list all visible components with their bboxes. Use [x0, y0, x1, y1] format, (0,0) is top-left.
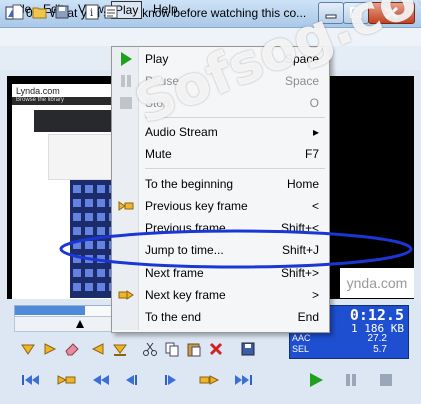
seek-progress	[15, 306, 85, 315]
eraser-icon[interactable]	[64, 341, 80, 357]
pause-icon[interactable]	[340, 372, 362, 388]
next-key-frame-icon[interactable]	[198, 372, 220, 388]
go-end-icon[interactable]	[232, 372, 254, 388]
aac-value: 27.2	[367, 333, 387, 344]
menu-help[interactable]: Help	[150, 1, 181, 17]
stop-icon	[120, 97, 132, 109]
paste-icon[interactable]	[186, 341, 202, 357]
aac-label: AAC	[292, 333, 311, 343]
menu-item-to-end[interactable]: To the end End	[112, 306, 327, 328]
prev-key-frame-icon[interactable]	[56, 372, 78, 388]
stop-icon[interactable]	[375, 372, 397, 388]
next-key-frame-icon	[118, 290, 134, 300]
go-start-icon[interactable]	[20, 372, 42, 388]
save-icon[interactable]	[54, 4, 70, 20]
video-site-logo: Lynda.com	[16, 86, 60, 96]
next-frame-icon[interactable]	[160, 372, 182, 388]
menu-item-next-key-frame[interactable]: Next key frame >	[112, 284, 327, 306]
play-icon[interactable]	[305, 372, 327, 388]
set-start-icon[interactable]	[20, 341, 36, 357]
marker-a-icon[interactable]	[76, 320, 84, 328]
new-file-icon[interactable]	[10, 4, 26, 20]
select-all-icon[interactable]	[112, 341, 128, 357]
cut-icon[interactable]	[142, 341, 158, 357]
open-folder-icon[interactable]	[32, 4, 48, 20]
prev-key-frame-icon	[118, 201, 134, 211]
video-banner: Browse the library	[16, 97, 65, 103]
sel-label: SEL	[292, 344, 310, 354]
properties-icon[interactable]	[103, 4, 119, 20]
save-selection-icon[interactable]	[240, 341, 256, 357]
svg-text:i: i	[90, 8, 93, 19]
info-icon[interactable]: i	[84, 4, 100, 20]
select-start-icon[interactable]	[90, 341, 106, 357]
set-end-icon[interactable]	[42, 341, 58, 357]
sel-value: 5.7	[373, 344, 387, 355]
prev-frame-icon[interactable]	[120, 372, 142, 388]
rewind-icon[interactable]	[90, 372, 112, 388]
play-icon	[121, 52, 132, 66]
delete-icon[interactable]	[208, 341, 224, 357]
highlight-oval	[59, 229, 413, 269]
copy-icon[interactable]	[164, 341, 180, 357]
video-right-text: ynda.com	[340, 268, 414, 298]
